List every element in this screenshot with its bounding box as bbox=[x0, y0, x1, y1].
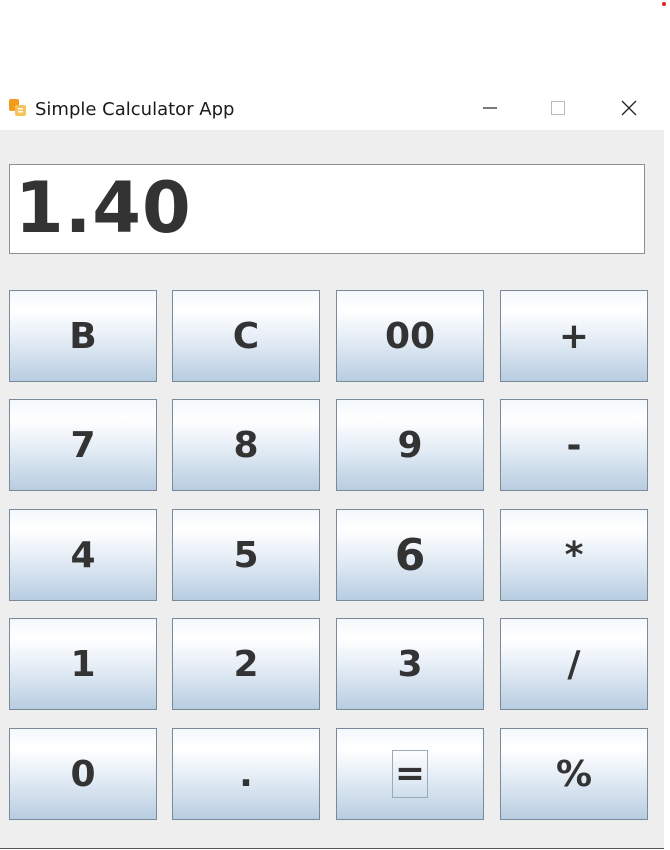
close-icon bbox=[621, 100, 637, 116]
digit-3-button[interactable]: 3 bbox=[336, 618, 484, 710]
subtract-button[interactable]: - bbox=[500, 399, 648, 491]
double-zero-button[interactable]: 00 bbox=[336, 290, 484, 382]
title-bar[interactable]: Simple Calculator App bbox=[0, 90, 664, 130]
maximize-button[interactable] bbox=[528, 90, 588, 126]
digit-6-button[interactable]: 6 bbox=[336, 509, 484, 601]
digit-1-button[interactable]: 1 bbox=[9, 618, 157, 710]
digit-5-button[interactable]: 5 bbox=[172, 509, 320, 601]
multiply-button[interactable]: * bbox=[500, 509, 648, 601]
result-display[interactable]: 1.40 bbox=[9, 164, 645, 254]
notification-dot bbox=[662, 2, 666, 6]
decimal-point-button[interactable]: . bbox=[172, 728, 320, 820]
divide-button[interactable]: / bbox=[500, 618, 648, 710]
percent-button[interactable]: % bbox=[500, 728, 648, 820]
digit-4-button[interactable]: 4 bbox=[9, 509, 157, 601]
digit-7-button[interactable]: 7 bbox=[9, 399, 157, 491]
digit-2-button[interactable]: 2 bbox=[172, 618, 320, 710]
calculator-app-icon bbox=[9, 99, 26, 116]
clear-button[interactable]: C bbox=[172, 290, 320, 382]
add-button[interactable]: + bbox=[500, 290, 648, 382]
digit-9-button[interactable]: 9 bbox=[336, 399, 484, 491]
minimize-icon bbox=[483, 107, 497, 109]
maximize-icon bbox=[551, 101, 565, 115]
minimize-button[interactable] bbox=[460, 90, 520, 126]
backspace-button[interactable]: B bbox=[9, 290, 157, 382]
equals-focus-label: = bbox=[391, 750, 429, 798]
equals-button[interactable]: = bbox=[336, 728, 484, 820]
digit-8-button[interactable]: 8 bbox=[172, 399, 320, 491]
close-button[interactable] bbox=[599, 90, 659, 126]
digit-0-button[interactable]: 0 bbox=[9, 728, 157, 820]
calculator-window: Simple Calculator App 1.40 B C 00 + 7 8 … bbox=[0, 90, 664, 849]
window-title: Simple Calculator App bbox=[35, 99, 235, 120]
display-value: 1.40 bbox=[15, 167, 192, 249]
